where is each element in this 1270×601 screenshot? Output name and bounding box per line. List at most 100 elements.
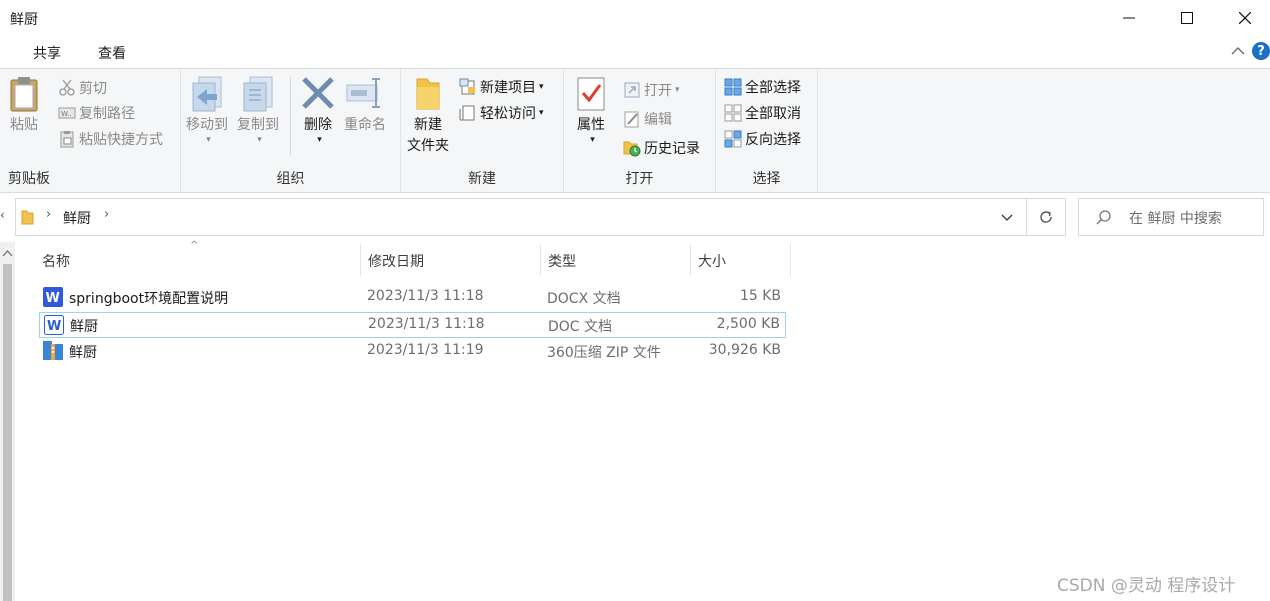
open-group: 属性 ▾ 打开 ▾ 编辑 历史记录 打开 bbox=[564, 69, 716, 192]
new-folder-button[interactable]: 新建 文件夹 bbox=[407, 75, 449, 157]
select-all-icon bbox=[724, 78, 742, 96]
new-folder-label-2: 文件夹 bbox=[407, 138, 449, 154]
copy-to-dropdown-icon: ▾ bbox=[257, 135, 262, 145]
minimize-button[interactable] bbox=[1100, 0, 1158, 36]
open-dropdown-icon: ▾ bbox=[675, 85, 680, 95]
copy-to-button[interactable]: 复制到 ▾ bbox=[237, 75, 279, 151]
breadcrumb-chevron-icon[interactable]: › bbox=[104, 207, 109, 222]
title-bar: 鲜厨 bbox=[0, 0, 1270, 36]
refresh-icon bbox=[1040, 211, 1052, 223]
easy-access-label: 轻松访问 bbox=[480, 106, 536, 122]
new-group: 新建 文件夹 新建项目 ▾ 轻松访问 ▾ 新建 bbox=[401, 69, 564, 192]
delete-button[interactable]: 删除 ▾ bbox=[300, 75, 336, 151]
breadcrumb-current[interactable]: 鲜厨 bbox=[63, 208, 91, 228]
search-box[interactable]: 在 鲜厨 中搜索 bbox=[1078, 198, 1264, 236]
paste-button[interactable]: 粘贴 bbox=[8, 75, 40, 136]
file-row[interactable]: W springboot环境配置说明 2023/11/3 11:18 DOCX … bbox=[39, 285, 786, 311]
breadcrumb-separator-icon[interactable]: › bbox=[46, 207, 51, 222]
easy-access-button[interactable]: 轻松访问 ▾ bbox=[459, 102, 544, 124]
column-header-modified[interactable]: 修改日期 bbox=[361, 244, 541, 276]
select-all-button[interactable]: 全部选择 bbox=[724, 76, 801, 98]
scissors-icon bbox=[59, 79, 75, 96]
history-label: 历史记录 bbox=[644, 141, 700, 157]
nav-left-arrow-icon[interactable]: ‹ bbox=[0, 208, 5, 222]
file-row[interactable]: 鲜厨 2023/11/3 11:19 360压缩 ZIP 文件 30,926 K… bbox=[39, 339, 786, 365]
file-size: 2,500 KB bbox=[716, 316, 780, 332]
help-icon[interactable]: ? bbox=[1252, 42, 1270, 60]
file-modified: 2023/11/3 11:19 bbox=[367, 342, 484, 358]
column-header-name[interactable]: 名称 bbox=[35, 244, 361, 276]
doc-file-icon: W bbox=[44, 315, 64, 335]
tab-share[interactable]: 共享 bbox=[33, 43, 61, 63]
new-group-label: 新建 bbox=[468, 171, 496, 187]
file-size: 30,926 KB bbox=[708, 342, 781, 358]
invert-selection-button[interactable]: 反向选择 bbox=[724, 128, 801, 150]
copy-to-icon bbox=[243, 76, 273, 112]
history-button[interactable]: 历史记录 bbox=[623, 137, 700, 159]
copy-path-icon: W.. bbox=[58, 107, 76, 119]
column-type-label: 类型 bbox=[548, 254, 576, 270]
file-size: 15 KB bbox=[739, 288, 781, 304]
paste-label: 粘贴 bbox=[10, 117, 38, 133]
docx-file-icon: W bbox=[43, 287, 63, 307]
ribbon-tabs: 共享 查看 ? bbox=[0, 36, 1270, 68]
cut-button[interactable]: 剪切 bbox=[58, 77, 107, 99]
address-history-dropdown-icon[interactable] bbox=[1000, 210, 1014, 224]
move-to-button[interactable]: 移动到 ▾ bbox=[186, 75, 228, 151]
select-group-label: 选择 bbox=[752, 171, 781, 187]
ribbon: 粘贴 剪切 W.. 复制路径 粘贴快捷方式 剪贴板 移动到 ▾ 复制到 ▾ 删除… bbox=[0, 68, 1270, 193]
copy-path-label: 复制路径 bbox=[79, 106, 135, 122]
new-item-label: 新建项目 bbox=[480, 80, 536, 96]
file-name: springboot环境配置说明 bbox=[69, 291, 229, 307]
tab-view[interactable]: 查看 bbox=[98, 43, 126, 63]
column-name-label: 名称 bbox=[42, 254, 70, 270]
clipboard-group: 粘贴 剪切 W.. 复制路径 粘贴快捷方式 剪贴板 bbox=[0, 69, 181, 192]
rename-icon bbox=[346, 78, 380, 108]
open-icon bbox=[624, 82, 640, 98]
paste-shortcut-label: 粘贴快捷方式 bbox=[79, 132, 163, 148]
maximize-icon bbox=[1181, 12, 1193, 24]
clipboard-group-label: 剪贴板 bbox=[8, 171, 50, 187]
navigation-pane-scrollbar[interactable] bbox=[0, 242, 15, 601]
zip-archive-icon bbox=[43, 341, 63, 360]
minimize-icon bbox=[1123, 17, 1135, 19]
edit-button[interactable]: 编辑 bbox=[623, 108, 672, 130]
scroll-thumb[interactable] bbox=[3, 264, 12, 601]
address-bar[interactable]: › 鲜厨 › bbox=[15, 198, 1027, 236]
paste-shortcut-icon bbox=[60, 131, 74, 148]
history-icon bbox=[623, 141, 641, 157]
scroll-up-icon[interactable] bbox=[2, 248, 13, 258]
svg-text:W: W bbox=[47, 319, 61, 334]
paste-shortcut-button[interactable]: 粘贴快捷方式 bbox=[58, 128, 163, 150]
open-button[interactable]: 打开 ▾ bbox=[623, 79, 680, 101]
select-none-button[interactable]: 全部取消 bbox=[724, 102, 801, 124]
collapse-ribbon-icon[interactable] bbox=[1229, 42, 1247, 60]
column-header-type[interactable]: 类型 bbox=[541, 244, 691, 276]
file-modified: 2023/11/3 11:18 bbox=[367, 288, 484, 304]
invert-selection-label: 反向选择 bbox=[745, 132, 801, 148]
file-name: 鲜厨 bbox=[69, 345, 97, 361]
close-button[interactable] bbox=[1216, 0, 1270, 36]
maximize-button[interactable] bbox=[1158, 0, 1216, 36]
file-row-selected[interactable]: W 鲜厨 2023/11/3 11:18 DOC 文档 2,500 KB bbox=[39, 312, 786, 338]
column-header-size[interactable]: 大小 bbox=[691, 244, 791, 276]
open-label: 打开 bbox=[644, 83, 672, 99]
search-icon bbox=[1096, 210, 1111, 225]
search-placeholder[interactable]: 在 鲜厨 中搜索 bbox=[1129, 208, 1222, 228]
open-group-label: 打开 bbox=[625, 171, 654, 187]
new-item-icon bbox=[459, 78, 475, 95]
move-to-dropdown-icon: ▾ bbox=[206, 135, 211, 145]
rename-button[interactable]: 重命名 bbox=[344, 75, 386, 136]
properties-button[interactable]: 属性 ▾ bbox=[575, 75, 607, 151]
organize-group: 移动到 ▾ 复制到 ▾ 删除 ▾ 重命名 组织 bbox=[181, 69, 401, 192]
select-group: 全部选择 全部取消 反向选择 选择 bbox=[716, 69, 818, 192]
new-item-button[interactable]: 新建项目 ▾ bbox=[459, 76, 544, 98]
svg-text:W: W bbox=[46, 291, 60, 306]
file-type: DOCX 文档 bbox=[547, 291, 621, 307]
copy-path-button[interactable]: W.. 复制路径 bbox=[58, 102, 135, 124]
easy-access-icon bbox=[459, 105, 475, 121]
refresh-button[interactable] bbox=[1027, 198, 1066, 236]
column-modified-label: 修改日期 bbox=[368, 254, 424, 270]
properties-dropdown-icon: ▾ bbox=[590, 135, 595, 145]
close-icon bbox=[1239, 12, 1251, 24]
